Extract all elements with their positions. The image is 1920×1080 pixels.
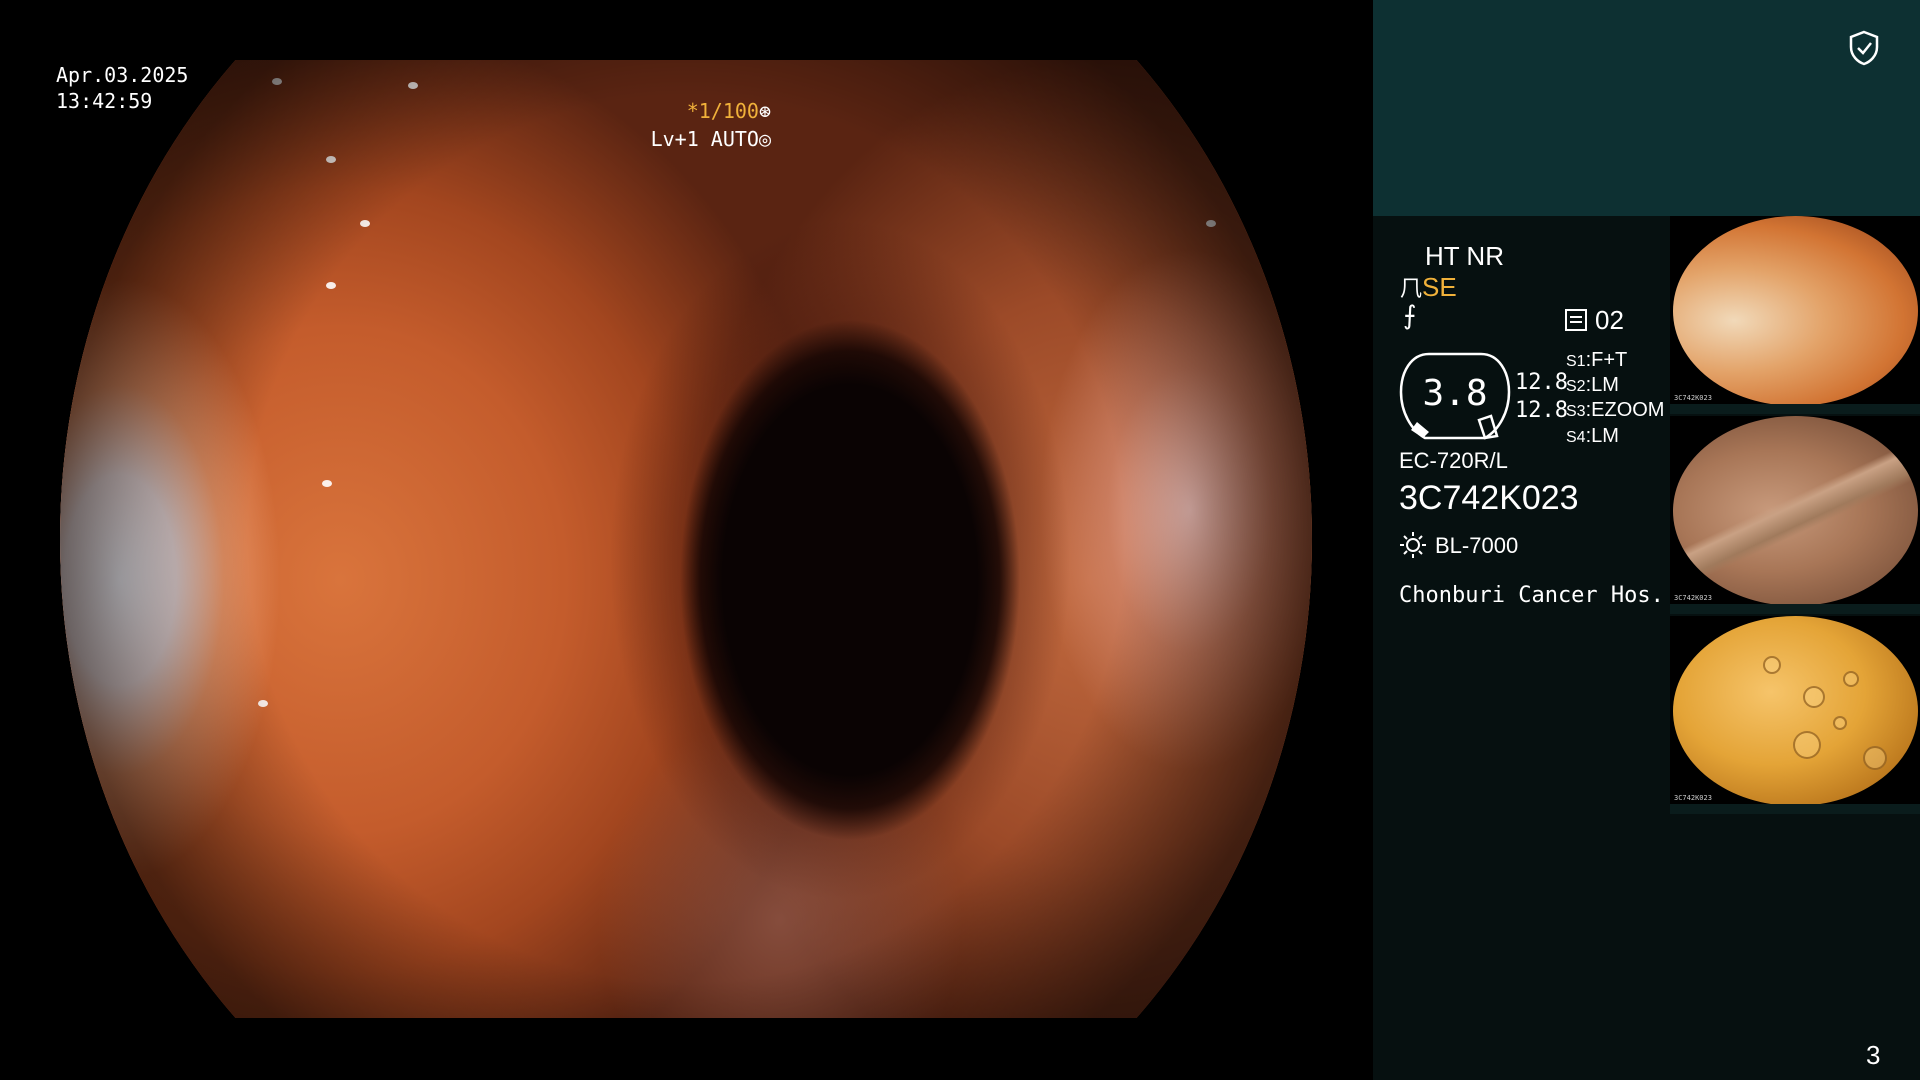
page-number: 3 [1866,1040,1881,1070]
level-readout: Lv+1 AUTO◎ [651,126,771,152]
panel-header [1373,0,1920,216]
iris-icon: ◎ [758,127,771,151]
glint [326,282,336,289]
capture-thumbnail[interactable]: 3C742K023 [1670,616,1920,814]
switch-key: S1 [1566,353,1586,370]
switch-s2: S2:LM [1566,374,1619,396]
gauge-sub-bottom: 12.8 [1515,398,1568,423]
capture-thumbnail[interactable]: 3C742K023 [1670,216,1920,414]
thumbnail-image [1673,616,1918,806]
shutter-readout: *1/100⊛ [687,98,771,124]
bubble [1843,671,1859,687]
switch-value: EZOOM [1591,399,1665,421]
light-source: BL-7000 [1399,531,1518,560]
switch-key: S4 [1566,429,1586,446]
level-text: Lv+1 AUTO [650,127,759,151]
glint [408,82,418,89]
switch-key: S3 [1566,403,1586,420]
enhancement-icon: ⺇ [1400,276,1423,301]
shutter-text: *1/100 [686,99,759,123]
freeze-icon: ⨍ [1403,301,1417,331]
thumbnail-footer [1670,804,1920,814]
switch-value: LM [1591,425,1619,447]
light-source-label: BL-7000 [1435,533,1519,558]
switch-key: S2 [1566,378,1586,395]
glint [1206,220,1216,227]
memo-count: 02 [1565,306,1624,334]
date-text: Apr.03.2025 [56,63,189,87]
switch-s3: S3:EZOOM [1566,399,1665,421]
glint [258,700,268,707]
glint [360,220,370,227]
thumbnail-image [1673,416,1918,606]
mode-label: HT NR [1425,241,1504,271]
glint [272,78,282,85]
memo-count-value: 02 [1595,305,1624,335]
aperture-icon: ⊛ [758,99,771,123]
gauge-sub-top: 12.8 [1515,370,1568,395]
bubble [1803,686,1825,708]
scope-model: EC-720R/L [1399,448,1508,473]
shield-check-icon [1849,30,1879,66]
time-text: 13:42:59 [56,89,153,113]
thumbnail-footer [1670,604,1920,614]
thumbnail-id: 3C742K023 [1674,794,1712,802]
endoscope-image [60,60,1312,1018]
enhancement-line: ⺇SE [1400,273,1457,303]
bubble [1793,731,1821,759]
hospital-name: Chonburi Cancer Hos. [1399,583,1664,608]
thumbnail-id: 3C742K023 [1674,394,1712,402]
scope-serial: 3C742K023 [1399,479,1579,517]
light-source-icon [1400,532,1426,558]
switch-value: F+T [1591,349,1628,371]
endoscope-view: Apr.03.2025 13:42:59 *1/100⊛ Lv+1 AUTO◎ [0,0,1373,1080]
glint [322,480,332,487]
capture-thumbnail[interactable]: 3C742K023 [1670,416,1920,614]
gauge-value: 3.8 [1422,373,1488,414]
bubble [1833,716,1847,730]
memory-icon [1565,309,1587,331]
bubble [1863,746,1887,770]
date-time: Apr.03.2025 13:42:59 [56,62,188,114]
thumbnail-id: 3C742K023 [1674,594,1712,602]
bubble [1763,656,1781,674]
thumbnail-footer [1670,404,1920,414]
enhancement-label: SE [1422,272,1457,302]
switch-value: LM [1591,374,1619,396]
glint [326,156,336,163]
switch-s1: S1:F+T [1566,349,1628,371]
switch-s4: S4:LM [1566,425,1619,447]
thumbnail-image [1673,216,1918,406]
